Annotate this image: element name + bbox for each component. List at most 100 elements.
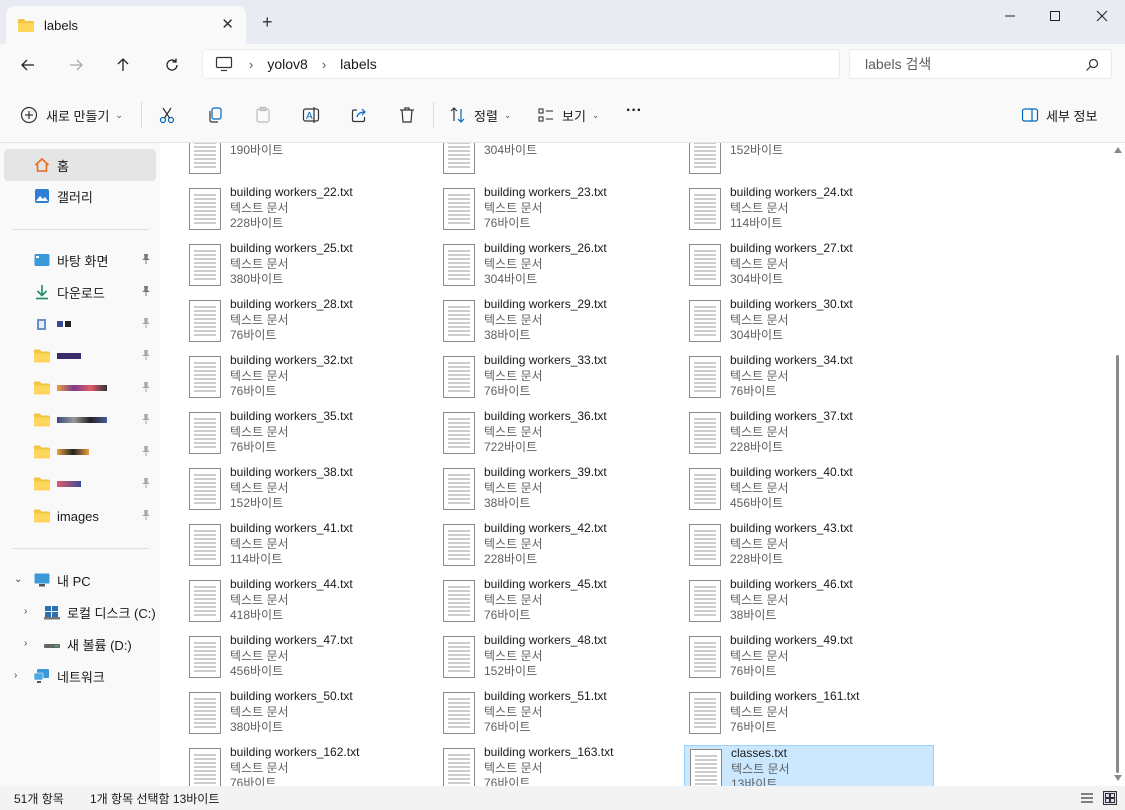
file-item[interactable]: building workers_32.txt 텍스트 문서 76바이트 [184, 353, 434, 405]
pin-icon[interactable] [140, 349, 152, 361]
file-item[interactable]: classes.txt 텍스트 문서 13바이트 [684, 745, 934, 786]
file-item[interactable]: building workers_50.txt 텍스트 문서 380바이트 [184, 689, 434, 741]
file-item[interactable]: building workers_47.txt 텍스트 문서 456바이트 [184, 633, 434, 685]
sidebar-item-downloads[interactable]: 다운로드 [4, 276, 156, 308]
sidebar-item-local-disk[interactable]: › 로컬 디스크 (C:) [4, 596, 156, 628]
file-name: building workers_162.txt [230, 745, 360, 759]
sidebar-item-gallery[interactable]: 갤러리 [4, 180, 156, 212]
sidebar-item-network[interactable]: › 네트워크 [4, 660, 156, 692]
file-item[interactable]: building workers_40.txt 텍스트 문서 456바이트 [684, 465, 934, 517]
file-item[interactable]: building workers_45.txt 텍스트 문서 76바이트 [438, 577, 688, 629]
file-item[interactable]: building workers_38.txt 텍스트 문서 152바이트 [184, 465, 434, 517]
pin-icon[interactable] [140, 509, 152, 521]
sidebar-item-home[interactable]: 홈 [4, 149, 156, 181]
tab-labels[interactable]: labels ✕ [6, 6, 246, 44]
file-item[interactable]: building workers_35.txt 텍스트 문서 76바이트 [184, 409, 434, 461]
refresh-button[interactable] [161, 54, 183, 76]
file-meta: building workers_44.txt 텍스트 문서 418바이트 [230, 577, 353, 624]
file-item[interactable]: building workers_44.txt 텍스트 문서 418바이트 [184, 577, 434, 629]
sidebar-item-new-volume[interactable]: › 새 볼륨 (D:) [4, 628, 156, 660]
file-name: building workers_27.txt [730, 241, 853, 255]
sidebar-item-desktop[interactable]: 바탕 화면 [4, 244, 156, 276]
file-item[interactable]: building workers_46.txt 텍스트 문서 38바이트 [684, 577, 934, 629]
pin-icon[interactable] [140, 477, 152, 489]
chevron-right-icon[interactable]: › [24, 606, 27, 617]
file-item[interactable]: building workers_43.txt 텍스트 문서 228바이트 [684, 521, 934, 573]
file-item[interactable]: building workers_48.txt 텍스트 문서 152바이트 [438, 633, 688, 685]
file-item[interactable]: 텍스트 문서152바이트 [684, 143, 934, 181]
sidebar-item-this-pc[interactable]: ⌄ 내 PC [4, 564, 156, 596]
file-item[interactable]: building workers_37.txt 텍스트 문서 228바이트 [684, 409, 934, 461]
search-input[interactable]: labels 검색 [849, 49, 1112, 79]
forward-button[interactable] [65, 54, 87, 76]
file-item[interactable]: building workers_42.txt 텍스트 문서 228바이트 [438, 521, 688, 573]
tiles-view-icon[interactable] [1103, 791, 1117, 805]
pin-icon[interactable] [140, 381, 152, 393]
file-item[interactable]: 텍스트 문서190바이트 [184, 143, 434, 181]
file-item[interactable]: building workers_24.txt 텍스트 문서 114바이트 [684, 185, 934, 237]
view-button[interactable]: 보기 ⌄ [537, 104, 599, 126]
file-item[interactable]: building workers_34.txt 텍스트 문서 76바이트 [684, 353, 934, 405]
file-item[interactable]: building workers_27.txt 텍스트 문서 304바이트 [684, 241, 934, 293]
sidebar-item-redacted-6[interactable] [4, 468, 156, 500]
file-item[interactable]: 텍스트 문서304바이트 [438, 143, 688, 181]
file-item[interactable]: building workers_30.txt 텍스트 문서 304바이트 [684, 297, 934, 349]
file-item[interactable]: building workers_29.txt 텍스트 문서 38바이트 [438, 297, 688, 349]
sidebar-item-redacted-2[interactable] [4, 340, 156, 372]
details-view-icon[interactable] [1080, 791, 1094, 805]
rename-button[interactable]: A [302, 104, 320, 126]
text-file-icon [443, 468, 475, 510]
new-tab-button[interactable]: + [262, 12, 273, 33]
copy-button[interactable] [206, 104, 224, 126]
file-item[interactable]: building workers_23.txt 텍스트 문서 76바이트 [438, 185, 688, 237]
sidebar-item-redacted-3[interactable] [4, 372, 156, 404]
file-item[interactable]: building workers_49.txt 텍스트 문서 76바이트 [684, 633, 934, 685]
scroll-down-icon[interactable] [1114, 775, 1122, 781]
file-item[interactable]: building workers_161.txt 텍스트 문서 76바이트 [684, 689, 934, 741]
back-button[interactable] [17, 54, 39, 76]
file-item[interactable]: building workers_36.txt 텍스트 문서 722바이트 [438, 409, 688, 461]
close-window-button[interactable] [1079, 5, 1125, 27]
more-options-button[interactable]: ··· [626, 100, 642, 122]
file-item[interactable]: building workers_22.txt 텍스트 문서 228바이트 [184, 185, 434, 237]
sidebar-item-label: 홈 [57, 158, 69, 174]
pin-icon[interactable] [140, 413, 152, 425]
chevron-right-icon[interactable]: › [14, 670, 17, 681]
file-item[interactable]: building workers_26.txt 텍스트 문서 304바이트 [438, 241, 688, 293]
close-tab-icon[interactable]: ✕ [221, 15, 234, 33]
sidebar-item-redacted-5[interactable] [4, 436, 156, 468]
paste-button[interactable] [254, 104, 272, 126]
breadcrumb-labels[interactable]: labels [340, 56, 377, 72]
sidebar-item-images[interactable]: images [4, 500, 156, 532]
minimize-button[interactable] [987, 5, 1033, 27]
scrollbar-thumb[interactable] [1116, 355, 1119, 773]
new-button[interactable]: 새로 만들기 ⌄ [20, 104, 123, 126]
file-item[interactable]: building workers_51.txt 텍스트 문서 76바이트 [438, 689, 688, 741]
delete-button[interactable] [398, 104, 416, 126]
file-item[interactable]: building workers_39.txt 텍스트 문서 38바이트 [438, 465, 688, 517]
chevron-right-icon[interactable]: › [24, 638, 27, 649]
scroll-up-icon[interactable] [1114, 147, 1122, 153]
up-button[interactable] [112, 54, 134, 76]
pin-icon[interactable] [140, 317, 152, 329]
sidebar-item-redacted-4[interactable] [4, 404, 156, 436]
breadcrumb-yolov8[interactable]: yolov8 [267, 56, 307, 72]
cut-button[interactable] [158, 104, 176, 126]
chevron-down-icon[interactable]: ⌄ [14, 574, 22, 585]
file-item[interactable]: building workers_25.txt 텍스트 문서 380바이트 [184, 241, 434, 293]
sort-button[interactable]: 정렬 ⌄ [449, 104, 511, 126]
pin-icon[interactable] [140, 253, 152, 265]
address-bar[interactable]: › yolov8 › labels [202, 49, 840, 79]
sidebar-item-redacted-1[interactable] [4, 308, 156, 340]
pin-icon[interactable] [140, 285, 152, 297]
file-item[interactable]: building workers_28.txt 텍스트 문서 76바이트 [184, 297, 434, 349]
file-item[interactable]: building workers_163.txt 텍스트 문서 76바이트 [438, 745, 688, 786]
file-item[interactable]: building workers_41.txt 텍스트 문서 114바이트 [184, 521, 434, 573]
file-item[interactable]: building workers_162.txt 텍스트 문서 76바이트 [184, 745, 434, 786]
vertical-scrollbar[interactable] [1110, 143, 1125, 786]
file-item[interactable]: building workers_33.txt 텍스트 문서 76바이트 [438, 353, 688, 405]
pin-icon[interactable] [140, 445, 152, 457]
details-pane-button[interactable]: 세부 정보 [1021, 104, 1097, 126]
share-button[interactable] [350, 104, 368, 126]
maximize-button[interactable] [1032, 5, 1078, 27]
